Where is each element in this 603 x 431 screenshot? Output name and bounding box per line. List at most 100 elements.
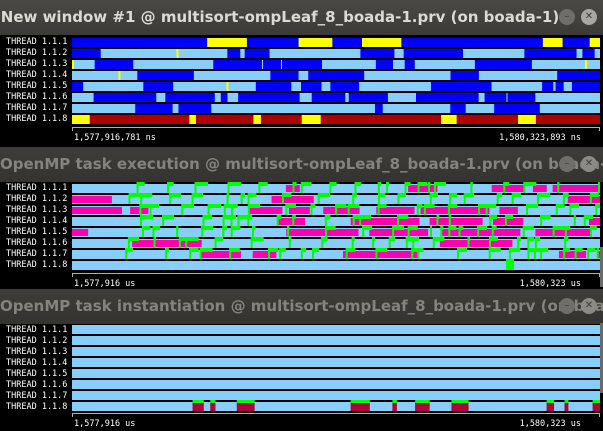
state-segment — [189, 115, 196, 124]
thread-label: THREAD 1.1.5 — [6, 369, 68, 379]
event-marker — [417, 248, 420, 259]
event-marker — [185, 237, 188, 248]
thread-label: THREAD 1.1.8 — [6, 260, 68, 270]
thread-label: THREAD 1.1.4 — [6, 70, 68, 80]
event-marker — [375, 248, 378, 259]
state-segment — [582, 49, 595, 58]
minimize-icon[interactable]: – — [559, 156, 575, 172]
event-marker — [202, 215, 205, 226]
event-marker — [222, 215, 225, 226]
event-marker — [223, 204, 226, 215]
window-titlebar[interactable]: OpenMP task instantiation @ multisort-om… — [0, 289, 603, 324]
thread-labels: THREAD 1.1.1 THREAD 1.1.2 THREAD 1.1.3 T… — [0, 325, 70, 415]
event-marker — [185, 237, 199, 241]
event-marker — [517, 237, 520, 248]
event-marker — [350, 400, 370, 403]
event-marker — [433, 182, 436, 193]
state-segment — [499, 207, 518, 214]
event-marker — [590, 226, 593, 237]
event-marker — [488, 248, 491, 259]
thread-label: THREAD 1.1.4 — [6, 216, 68, 226]
state-segment — [403, 49, 464, 58]
state-segment — [392, 402, 397, 411]
event-marker — [149, 204, 152, 215]
event-marker — [362, 226, 365, 237]
timeline-canvas[interactable] — [72, 37, 600, 127]
state-segment — [72, 49, 600, 58]
state-segment — [72, 402, 600, 411]
timeline-canvas[interactable] — [72, 181, 600, 273]
state-segment — [567, 196, 600, 203]
event-marker — [546, 400, 555, 403]
event-marker — [152, 226, 155, 237]
state-segment — [492, 218, 524, 225]
state-segment — [532, 185, 547, 192]
event-marker — [485, 204, 488, 215]
event-marker — [227, 182, 230, 193]
state-segment — [72, 60, 74, 69]
event-marker — [372, 237, 375, 248]
event-marker — [230, 226, 233, 237]
state-segment — [301, 115, 321, 124]
timeline-plot[interactable] — [72, 37, 600, 127]
timeline-canvas[interactable] — [72, 323, 600, 413]
event-marker — [247, 204, 250, 215]
state-segment — [226, 82, 229, 91]
event-marker — [562, 193, 565, 204]
event-marker — [214, 237, 217, 248]
timeline-window-1: New window #1 @ multisort-ompLeaf_8_boad… — [0, 0, 603, 147]
event-marker — [335, 204, 338, 215]
close-icon[interactable]: ✕ — [581, 298, 597, 314]
minimize-icon[interactable]: – — [559, 298, 575, 314]
event-marker — [377, 204, 380, 215]
state-segment — [494, 104, 540, 113]
thread-label: THREAD 1.1.2 — [6, 194, 68, 204]
event-marker — [432, 237, 435, 248]
state-segment — [72, 38, 600, 47]
event-marker — [552, 226, 555, 237]
state-segment — [564, 402, 569, 411]
event-marker — [407, 226, 410, 237]
event-marker — [467, 237, 470, 248]
thread-label: THREAD 1.1.3 — [6, 59, 68, 69]
event-marker — [279, 248, 282, 259]
event-marker — [194, 182, 197, 193]
state-segment — [484, 93, 507, 102]
event-marker — [192, 400, 204, 403]
state-segment — [571, 82, 600, 91]
window-titlebar[interactable]: OpenMP task execution @ multisort-ompLea… — [0, 147, 603, 182]
thread-label: THREAD 1.1.1 — [6, 183, 68, 193]
state-segment — [72, 207, 122, 214]
timeline-plot[interactable] — [72, 181, 600, 273]
thread-label: THREAD 1.1.3 — [6, 347, 68, 357]
event-marker — [536, 193, 539, 204]
window-title: OpenMP task execution @ multisort-ompLea… — [0, 155, 603, 173]
event-marker — [227, 182, 242, 186]
close-icon[interactable]: ✕ — [581, 156, 597, 172]
event-marker — [489, 215, 492, 226]
axis-start-label: 1,577,916 us — [74, 419, 136, 429]
event-marker — [237, 215, 240, 226]
event-marker — [522, 226, 525, 237]
event-marker — [564, 400, 569, 403]
event-marker — [240, 193, 243, 204]
state-segment — [298, 38, 333, 47]
event-marker — [423, 204, 426, 215]
close-icon[interactable]: ✕ — [581, 9, 597, 25]
event-marker — [503, 182, 506, 193]
event-marker — [292, 182, 295, 193]
event-marker — [448, 215, 451, 226]
state-segment — [589, 218, 600, 225]
minimize-icon[interactable]: – — [559, 9, 575, 25]
thread-label: THREAD 1.1.3 — [6, 205, 68, 215]
state-segment — [72, 196, 112, 203]
event-marker — [231, 204, 234, 215]
timeline-plot[interactable] — [72, 323, 600, 413]
window-titlebar[interactable]: New window #1 @ multisort-ompLeaf_8_boad… — [0, 0, 603, 35]
state-segment — [557, 71, 600, 80]
state-segment — [288, 207, 310, 214]
thread-label: THREAD 1.1.7 — [6, 391, 68, 401]
state-segment — [220, 93, 228, 102]
event-marker — [440, 226, 443, 237]
event-marker — [563, 248, 566, 259]
